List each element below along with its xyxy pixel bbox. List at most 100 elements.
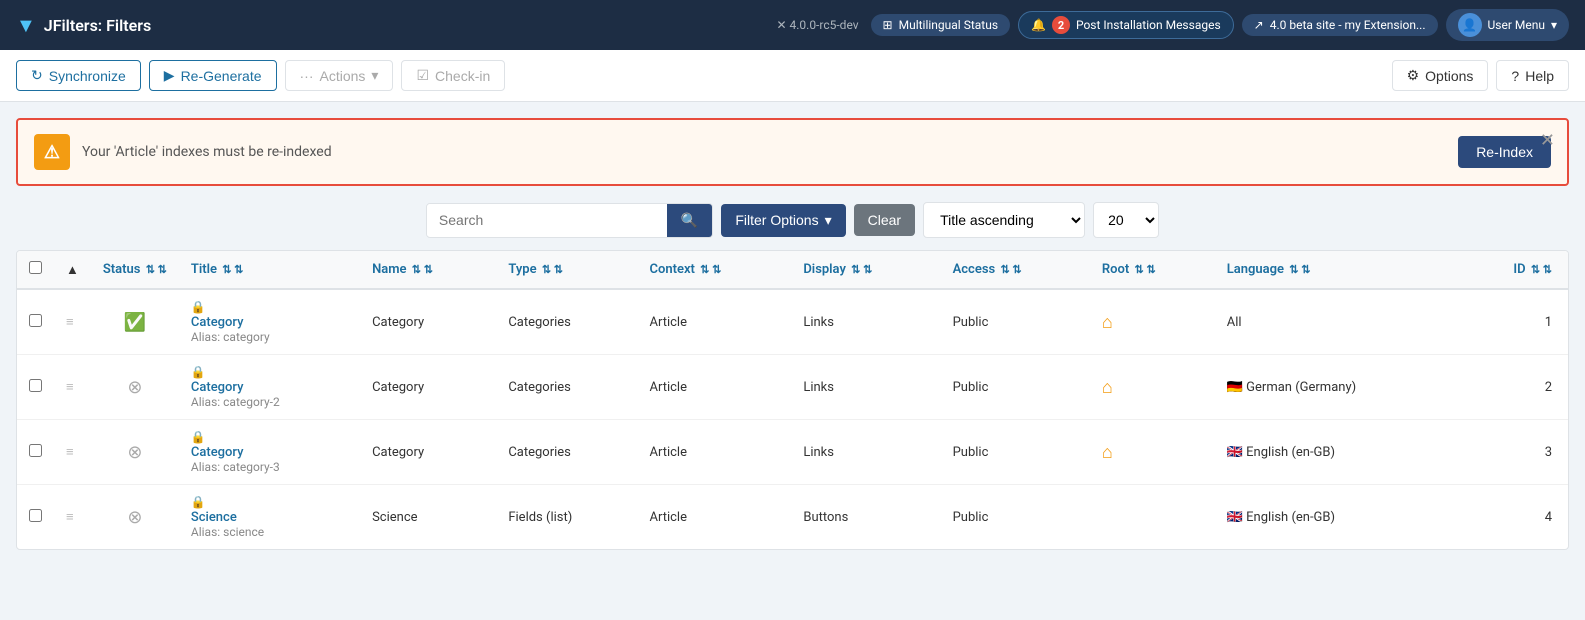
language-cell: 🇩🇪 German (Germany) (1215, 355, 1461, 420)
search-input-wrap: 🔍 (426, 203, 713, 238)
main-content: ⚠ Your 'Article' indexes must be re-inde… (0, 102, 1585, 566)
user-menu-label: User Menu (1488, 18, 1545, 32)
brand-title: JFilters: Filters (44, 16, 151, 35)
help-button[interactable]: ? Help (1496, 60, 1569, 91)
clear-button[interactable]: Clear (854, 204, 915, 236)
title-link-2[interactable]: Category (191, 380, 348, 395)
status-header[interactable]: Status ⇅ (91, 251, 179, 289)
context-cell: Article (638, 289, 792, 355)
drag-handle-icon[interactable]: ≡ (66, 510, 74, 525)
status-active-icon: ✅ (124, 312, 146, 333)
access-cell: Public (941, 289, 1090, 355)
reindex-button[interactable]: Re-Index (1458, 136, 1551, 168)
language-cell: 🇬🇧 English (en-GB) (1215, 485, 1461, 550)
display-header[interactable]: Display ⇅ (791, 251, 940, 289)
actions-chevron-icon: ▾ (371, 67, 378, 84)
select-all-checkbox[interactable] (29, 261, 42, 274)
title-link-4[interactable]: Science (191, 510, 348, 525)
drag-handle-icon[interactable]: ≡ (66, 445, 74, 460)
title-cell: 🔒 Category Alias: category-2 (179, 355, 360, 420)
type-cell: Categories (496, 289, 637, 355)
drag-handle-icon[interactable]: ≡ (66, 380, 74, 395)
drag-header: ▲ (54, 251, 91, 289)
table-row: ≡ ⊗ 🔒 Science Alias: science Science Fie… (17, 485, 1568, 550)
id-cell: 1 (1461, 289, 1568, 355)
root-home-icon: ⌂ (1102, 312, 1113, 333)
id-cell: 4 (1461, 485, 1568, 550)
lock-icon: 🔒 (191, 495, 206, 509)
synchronize-icon: ↻ (31, 67, 43, 84)
lock-icon: 🔒 (191, 365, 206, 379)
display-cell: Buttons (791, 485, 940, 550)
version-text: ✕ 4.0.0-rc5-dev (776, 18, 858, 32)
multilingual-label: Multilingual Status (899, 18, 998, 32)
drag-handle-cell: ≡ (54, 355, 91, 420)
multilingual-status-badge[interactable]: ⊞ Multilingual Status (871, 14, 1010, 36)
root-home-icon: ⌂ (1102, 442, 1113, 463)
title-link-3[interactable]: Category (191, 445, 348, 460)
context-header[interactable]: Context ⇅ (638, 251, 792, 289)
app-header: ▼ JFilters: Filters ✕ 4.0.0-rc5-dev ⊞ Mu… (0, 0, 1585, 50)
row-checkbox-2[interactable] (29, 379, 42, 392)
title-link-1[interactable]: Category (191, 315, 348, 330)
warning-close-button[interactable]: ✕ (1540, 130, 1555, 151)
drag-handle-cell: ≡ (54, 485, 91, 550)
post-installation-label: Post Installation Messages (1076, 18, 1221, 32)
id-cell: 3 (1461, 420, 1568, 485)
select-all-header (17, 251, 54, 289)
site-label: 4.0 beta site - my Extension... (1270, 18, 1426, 32)
per-page-select[interactable]: 5 10 20 50 100 (1094, 203, 1158, 237)
header-meta: ✕ 4.0.0-rc5-dev ⊞ Multilingual Status 🔔 … (776, 9, 1569, 41)
sort-select[interactable]: Title ascending Title descending ID asce… (924, 203, 1084, 237)
row-checkbox-3[interactable] (29, 444, 42, 457)
per-page-wrap: 5 10 20 50 100 (1093, 202, 1159, 238)
row-checkbox-cell (17, 289, 54, 355)
toolbar: ↻ Synchronize ▶ Re-Generate ··· Actions … (0, 50, 1585, 102)
drag-handle-cell: ≡ (54, 289, 91, 355)
access-header[interactable]: Access ⇅ (941, 251, 1090, 289)
name-cell: Science (360, 485, 496, 550)
synchronize-button[interactable]: ↻ Synchronize (16, 60, 141, 91)
options-button[interactable]: ⚙ Options (1392, 60, 1489, 91)
search-button[interactable]: 🔍 (667, 204, 712, 237)
filter-chevron-icon: ▾ (825, 212, 832, 229)
context-cell: Article (638, 420, 792, 485)
actions-button[interactable]: ··· Actions ▾ (285, 60, 394, 91)
checkin-button[interactable]: ☑ Check-in (401, 60, 505, 91)
search-bar: 🔍 Filter Options ▾ Clear Title ascending… (16, 202, 1569, 238)
notifications-badge[interactable]: 🔔 2 Post Installation Messages (1018, 11, 1234, 39)
regenerate-button[interactable]: ▶ Re-Generate (149, 60, 277, 91)
status-cell: ⊗ (91, 485, 179, 550)
drag-handle-icon[interactable]: ≡ (66, 315, 74, 330)
name-header[interactable]: Name ⇅ (360, 251, 496, 289)
type-header[interactable]: Type ⇅ (496, 251, 637, 289)
status-cell: ⊗ (91, 355, 179, 420)
language-cell: 🇬🇧 English (en-GB) (1215, 420, 1461, 485)
sort-up-icon: ▲ (66, 263, 79, 278)
language-header[interactable]: Language ⇅ (1215, 251, 1461, 289)
language-cell: All (1215, 289, 1461, 355)
row-checkbox-4[interactable] (29, 509, 42, 522)
root-cell (1090, 485, 1215, 550)
site-link-badge[interactable]: ↗ 4.0 beta site - my Extension... (1242, 14, 1438, 36)
search-input[interactable] (427, 204, 667, 236)
table-header-row: ▲ Status ⇅ Title ⇅ Name ⇅ Type ⇅ Context… (17, 251, 1568, 289)
status-inactive-icon: ⊗ (127, 442, 142, 463)
lock-icon: 🔒 (191, 430, 206, 444)
filter-options-button[interactable]: Filter Options ▾ (721, 204, 845, 237)
filter-label: Filter Options (735, 212, 818, 228)
row-checkbox-1[interactable] (29, 314, 42, 327)
check-icon: ☑ (416, 67, 429, 84)
title-header[interactable]: Title ⇅ (179, 251, 360, 289)
external-link-icon: ↗ (1254, 18, 1264, 32)
name-cell: Category (360, 289, 496, 355)
access-cell: Public (941, 420, 1090, 485)
title-cell: 🔒 Category Alias: category-3 (179, 420, 360, 485)
user-menu[interactable]: 👤 User Menu ▾ (1446, 9, 1570, 41)
id-header[interactable]: ID ⇅ (1461, 251, 1568, 289)
alias-text: Alias: category-3 (191, 460, 348, 474)
table-row: ≡ ⊗ 🔒 Category Alias: category-2 Categor… (17, 355, 1568, 420)
table-row: ≡ ✅ 🔒 Category Alias: category Category … (17, 289, 1568, 355)
root-header[interactable]: Root ⇅ (1090, 251, 1215, 289)
context-cell: Article (638, 485, 792, 550)
